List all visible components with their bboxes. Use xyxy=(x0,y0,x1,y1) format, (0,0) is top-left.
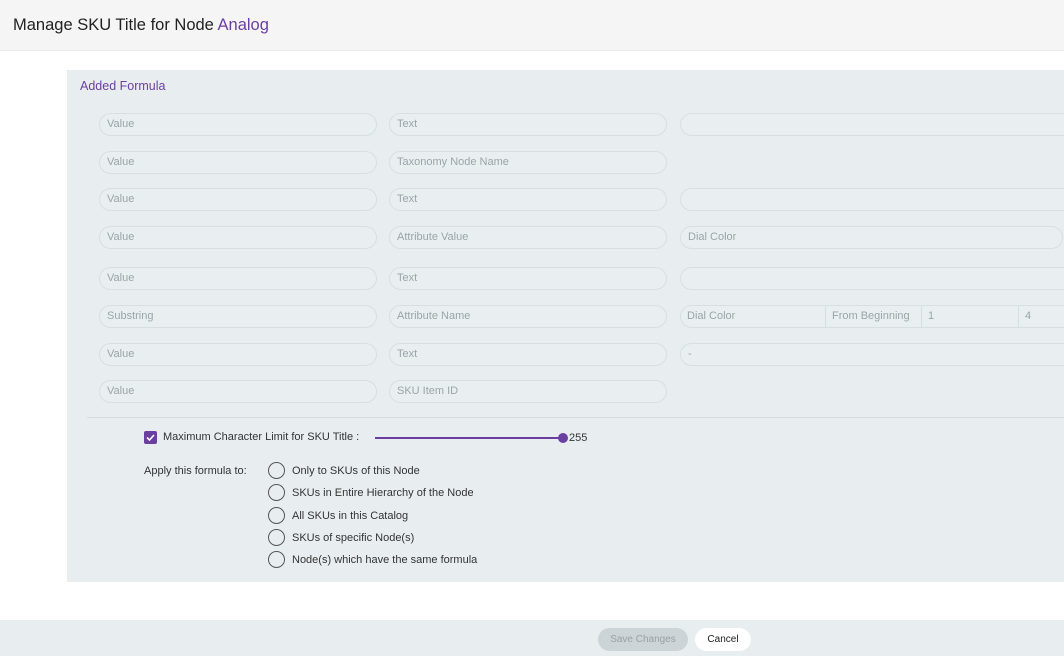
formula-panel: Added Formula Value Text Value Taxonomy … xyxy=(67,70,1064,582)
max-limit-checkbox[interactable] xyxy=(144,431,157,444)
attribute-field[interactable]: Dial Color xyxy=(680,305,826,328)
radio-only-this-node[interactable] xyxy=(268,462,285,479)
checkmark-icon xyxy=(146,434,155,442)
formula-type-field[interactable]: Value xyxy=(99,267,377,290)
radio-specific-nodes[interactable] xyxy=(268,529,285,546)
formula-source-field[interactable]: Attribute Name xyxy=(389,305,667,328)
substring-mode-select[interactable]: From Beginning xyxy=(826,305,922,328)
max-limit-slider-track[interactable] xyxy=(375,437,563,439)
node-name: Analog xyxy=(217,16,269,34)
formula-type-field[interactable]: Value xyxy=(99,226,377,249)
dialog-footer: Save Changes Cancel xyxy=(0,620,1064,656)
max-limit-label: Maximum Character Limit for SKU Title : xyxy=(163,431,360,443)
title-prefix: Manage SKU Title for Node xyxy=(13,16,218,34)
radio-label: SKUs in Entire Hierarchy of the Node xyxy=(292,487,474,499)
formula-type-field[interactable]: Value xyxy=(99,343,377,366)
formula-type-field[interactable]: Value xyxy=(99,188,377,211)
substring-length-input[interactable]: 4 xyxy=(1019,305,1064,328)
radio-label: All SKUs in this Catalog xyxy=(292,510,409,522)
radio-same-formula-nodes[interactable] xyxy=(268,551,285,568)
formula-value-field[interactable]: - xyxy=(680,343,1064,366)
formula-source-field[interactable]: Taxonomy Node Name xyxy=(389,151,667,174)
cancel-button[interactable]: Cancel xyxy=(695,628,751,651)
max-limit-slider-handle[interactable] xyxy=(558,433,568,443)
formula-source-field[interactable]: SKU Item ID xyxy=(389,380,667,403)
formula-value-field[interactable] xyxy=(680,188,1064,211)
formula-type-field[interactable]: Substring xyxy=(99,305,377,328)
max-limit-value: 255 xyxy=(569,432,588,444)
radio-label: Node(s) which have the same formula xyxy=(292,554,478,566)
formula-type-field[interactable]: Value xyxy=(99,380,377,403)
radio-label: Only to SKUs of this Node xyxy=(292,465,420,477)
formula-source-field[interactable]: Text xyxy=(389,267,667,290)
formula-source-field[interactable]: Text xyxy=(389,188,667,211)
radio-entire-hierarchy[interactable] xyxy=(268,484,285,501)
formula-source-field[interactable]: Text xyxy=(389,343,667,366)
substring-start-input[interactable]: 1 xyxy=(922,305,1019,328)
dialog-header: Manage SKU Title for Node Analog xyxy=(0,0,1064,51)
formula-source-field[interactable]: Text xyxy=(389,113,667,136)
radio-label: SKUs of specific Node(s) xyxy=(292,532,415,544)
formula-value-field[interactable] xyxy=(680,267,1064,290)
formula-source-field[interactable]: Attribute Value xyxy=(389,226,667,249)
save-changes-button[interactable]: Save Changes xyxy=(598,628,688,651)
formula-type-field[interactable]: Value xyxy=(99,151,377,174)
divider xyxy=(87,417,1064,418)
panel-title: Added Formula xyxy=(80,79,166,93)
apply-formula-label: Apply this formula to: xyxy=(144,465,247,477)
page-title: Manage SKU Title for Node Analog xyxy=(13,16,269,35)
formula-value-field[interactable] xyxy=(680,113,1064,136)
formula-type-field[interactable]: Value xyxy=(99,113,377,136)
attribute-field[interactable]: Dial Color xyxy=(680,226,1063,249)
radio-all-skus-catalog[interactable] xyxy=(268,507,285,524)
